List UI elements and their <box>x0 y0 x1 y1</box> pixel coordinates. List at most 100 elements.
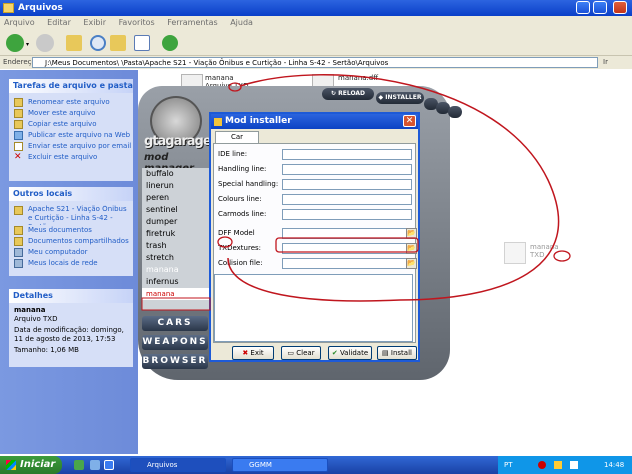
address-input[interactable]: J:\Meus Documentos\ \Pasta\Apache S21 - … <box>32 57 598 68</box>
dff-model-input[interactable] <box>282 228 407 239</box>
details-name: manana <box>14 306 46 314</box>
quicklaunch-media-icon[interactable] <box>74 460 84 470</box>
language-indicator[interactable]: PT <box>504 456 513 474</box>
vehicle-manana-new[interactable]: manana <box>142 288 210 300</box>
views-icon[interactable] <box>134 35 150 51</box>
search-icon[interactable] <box>90 35 106 51</box>
tab-car-installer[interactable]: Car installer <box>215 131 259 152</box>
vehicle-peren[interactable]: peren <box>142 192 210 204</box>
folder-icon <box>14 237 23 246</box>
back-dropdown[interactable]: ▾ <box>26 41 29 48</box>
minimize-button[interactable] <box>576 1 590 14</box>
txd-browse-button[interactable]: 📂 <box>406 243 417 254</box>
folder-icon <box>14 206 23 215</box>
tray-volume-icon[interactable] <box>570 461 578 469</box>
vehicle-sentinel[interactable]: sentinel <box>142 204 210 216</box>
vehicle-stretch[interactable]: stretch <box>142 252 210 264</box>
place-network[interactable]: Meus locais de rede <box>9 258 133 269</box>
menu-favoritos[interactable]: Favoritos <box>119 18 155 27</box>
folders-icon[interactable] <box>110 35 126 51</box>
rename-link[interactable]: Renomear este arquivo <box>9 97 133 108</box>
place-apache[interactable]: Apache S21 - Viação Ônibus e Curtição - … <box>9 205 133 225</box>
rename-icon <box>14 98 23 107</box>
colours-line-input[interactable] <box>282 194 412 205</box>
delete-link[interactable]: ✕ Excluir este arquivo <box>9 152 133 163</box>
quicklaunch-browser-icon[interactable] <box>104 460 114 470</box>
exit-icon: ✖ <box>242 349 249 357</box>
back-icon[interactable] <box>6 34 24 52</box>
txd-textures-label: TXDextures: <box>218 244 262 252</box>
special-handling-input[interactable] <box>282 179 412 190</box>
collision-file-input[interactable] <box>282 258 407 269</box>
browser-button[interactable]: BROWSER <box>142 354 208 369</box>
reload-button[interactable]: ↻ RELOAD <box>322 88 374 100</box>
move-link[interactable]: Mover este arquivo <box>9 108 133 119</box>
vehicle-infernus[interactable]: infernus <box>142 276 210 288</box>
taskbar-item-arquivos[interactable]: Arquivos <box>130 458 226 472</box>
menu-arquivo[interactable]: Arquivo <box>4 18 35 27</box>
menu-editar[interactable]: Editar <box>47 18 71 27</box>
place-shared-documents[interactable]: Documentos compartilhados <box>9 236 133 247</box>
taskbar-item-ggmm[interactable]: GGMM <box>232 458 328 472</box>
toolbar: ▾ <box>0 30 632 56</box>
sync-icon[interactable] <box>162 35 178 51</box>
weapons-button[interactable]: WEAPONS <box>142 335 208 350</box>
clear-button[interactable]: ▭ Clear <box>281 346 321 360</box>
window-title: Arquivos <box>18 3 63 13</box>
forward-icon[interactable] <box>36 34 54 52</box>
collision-browse-button[interactable]: 📂 <box>406 258 417 269</box>
tray-network-icon[interactable] <box>554 461 562 469</box>
close-skin-button[interactable] <box>448 106 462 118</box>
email-link[interactable]: Enviar este arquivo por email <box>9 141 133 152</box>
vehicle-buffalo[interactable]: buffalo <box>142 168 210 180</box>
dialog-title[interactable]: Mod installer <box>211 114 418 129</box>
vehicle-dumper[interactable]: dumper <box>142 216 210 228</box>
menu-exibir[interactable]: Exibir <box>83 18 106 27</box>
dff-browse-button[interactable]: 📂 <box>406 228 417 239</box>
validate-button[interactable]: ✔ Validate <box>328 346 372 360</box>
colours-line-label: Colours line: <box>218 195 262 203</box>
publish-link[interactable]: Publicar este arquivo na Web <box>9 130 133 141</box>
taskbar: Iniciar Arquivos GGMM PT 14:48 <box>0 456 632 474</box>
file-item-dff[interactable]: manana.dff <box>338 74 378 82</box>
install-button[interactable]: ▤ Install <box>377 346 417 360</box>
dialog-close-button[interactable]: ✕ <box>403 115 416 127</box>
close-button[interactable] <box>613 1 627 14</box>
handling-line-input[interactable] <box>282 164 412 175</box>
file-tasks-title[interactable]: Tarefas de arquivo e pasta <box>9 79 133 93</box>
up-folder-icon[interactable] <box>66 35 82 51</box>
tray-security-icon[interactable] <box>538 461 546 469</box>
carmods-line-input[interactable] <box>282 209 412 220</box>
collision-file-label: Collision file: <box>218 259 263 267</box>
place-my-computer[interactable]: Meu computador <box>9 247 133 258</box>
ide-line-label: IDE line: <box>218 150 248 158</box>
vehicle-firetruk[interactable]: firetruk <box>142 228 210 240</box>
globe-icon <box>14 131 23 140</box>
vehicle-linerun[interactable]: linerun <box>142 180 210 192</box>
go-button[interactable]: Ir <box>603 56 608 69</box>
other-places-title[interactable]: Outros locais <box>9 187 133 201</box>
maximize-button[interactable] <box>593 1 607 14</box>
vehicle-trash[interactable]: trash <box>142 240 210 252</box>
install-log[interactable] <box>214 274 413 342</box>
task-pane: Tarefas de arquivo e pasta Renomear este… <box>0 70 138 454</box>
other-places-panel: Outros locais Apache S21 - Viação Ônibus… <box>9 187 133 276</box>
window-title-bar[interactable]: Arquivos <box>0 0 632 16</box>
file-item-txd-drag[interactable]: manana TXD <box>530 243 559 259</box>
installer-button[interactable]: ◆ INSTALLER <box>376 92 424 104</box>
txd-textures-input[interactable] <box>282 243 407 254</box>
copy-link[interactable]: Copiar este arquivo <box>9 119 133 130</box>
exit-button[interactable]: ✖ Exit <box>232 346 274 360</box>
menu-ferramentas[interactable]: Ferramentas <box>167 18 217 27</box>
place-my-documents[interactable]: Meus documentos <box>9 225 133 236</box>
validate-icon: ✔ <box>331 349 338 357</box>
ide-line-input[interactable] <box>282 149 412 160</box>
menu-ajuda[interactable]: Ajuda <box>230 18 253 27</box>
vehicle-manana[interactable]: manana <box>142 264 210 276</box>
file-icon-txd-drag[interactable] <box>504 242 526 264</box>
quicklaunch-desktop-icon[interactable] <box>90 460 100 470</box>
cars-button[interactable]: CARS <box>142 316 208 331</box>
details-title[interactable]: Detalhes <box>9 289 133 303</box>
folder-icon <box>3 3 14 13</box>
computer-icon <box>14 248 23 257</box>
